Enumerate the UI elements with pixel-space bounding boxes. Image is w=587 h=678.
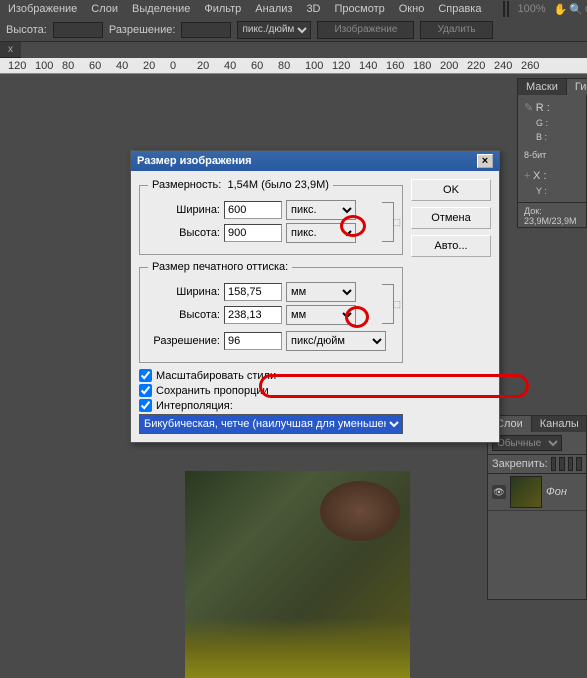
pixel-dimensions-group: Размерность: 1,54M (было 23,9M) Ширина: … [139, 179, 403, 255]
tab-histogram[interactable]: Гистогра [567, 79, 587, 95]
image-size-dialog: Размер изображения × Размерность: 1,54M … [130, 150, 500, 443]
dialog-titlebar[interactable]: Размер изображения × [131, 151, 499, 171]
resolution-unit-select[interactable]: пикс./дюйм [237, 21, 311, 39]
pwidth-label: Ширина: [148, 286, 220, 298]
lock-transparency-icon[interactable] [551, 457, 557, 471]
image-button[interactable]: Изображение [317, 21, 414, 39]
resolution-label: Разрешение: [109, 24, 176, 36]
dialog-title: Размер изображения [137, 155, 252, 167]
tab-masks[interactable]: Маски [518, 79, 567, 95]
height-unit-select[interactable]: пикс. [286, 223, 356, 243]
width-label: Ширина: [148, 204, 220, 216]
screen-mode-icon[interactable] [507, 1, 509, 17]
scale-styles-checkbox[interactable] [139, 369, 152, 382]
lock-label: Закрепить: [492, 458, 548, 470]
constrain-label: Сохранить пропорции [156, 385, 269, 397]
menu-analysis[interactable]: Анализ [249, 1, 298, 17]
interpolation-select[interactable]: Бикубическая, четче (наилучшая для умень… [139, 414, 403, 434]
res-unit-select[interactable]: пикс/дюйм [286, 331, 386, 351]
dim-label: Размерность: [152, 179, 221, 191]
height-label-dlg: Высота: [148, 227, 220, 239]
link-icon-2[interactable] [382, 284, 394, 324]
close-icon[interactable]: × [477, 154, 493, 168]
pheight-unit-select[interactable]: мм [286, 305, 356, 325]
pheight-input[interactable] [224, 306, 282, 324]
print-size-label: Размер печатного оттиска: [148, 261, 292, 273]
document-canvas[interactable] [185, 471, 410, 678]
ok-button[interactable]: OK [411, 179, 491, 201]
menu-view[interactable]: Просмотр [329, 1, 391, 17]
height-input[interactable] [53, 22, 103, 38]
options-bar: Высота: Разрешение: пикс./дюйм Изображен… [0, 18, 587, 42]
delete-button[interactable]: Удалить [420, 21, 492, 39]
interp-label: Интерполяция: [156, 400, 233, 412]
scale-styles-label: Масштабировать стили [156, 370, 276, 382]
blend-mode-select[interactable]: Обычные [492, 435, 562, 451]
info-panel: Маски Гистогра ✎ R : G : B : 8-бит + X :… [517, 78, 587, 228]
dim-value: 1,54M (было 23,9M) [227, 179, 328, 191]
menu-help[interactable]: Справка [432, 1, 487, 17]
constrain-checkbox[interactable] [139, 384, 152, 397]
height-input-dlg[interactable] [224, 224, 282, 242]
document-tab[interactable]: x [0, 42, 21, 58]
tab-channels[interactable]: Каналы [532, 416, 587, 432]
auto-button[interactable]: Авто... [411, 235, 491, 257]
layout-icon[interactable] [503, 1, 505, 17]
res-label: Разрешение: [148, 335, 220, 347]
menu-image[interactable]: Изображение [2, 1, 83, 17]
layer-thumbnail[interactable] [510, 476, 542, 508]
menu-window[interactable]: Окно [393, 1, 431, 17]
cancel-button[interactable]: Отмена [411, 207, 491, 229]
zoom-value[interactable]: 100% [511, 1, 551, 17]
doc-size-info: Док: 23,9M/23,9M [518, 202, 586, 229]
layers-panel: Слои Каналы Контур Обычные Закрепить: 👁 … [487, 415, 587, 600]
layer-row[interactable]: 👁 Фон [488, 474, 586, 511]
hand-icon[interactable]: ✋ [554, 3, 568, 16]
menu-bar: Изображение Слои Выделение Фильтр Анализ… [0, 0, 587, 18]
menu-filter[interactable]: Фильтр [198, 1, 247, 17]
lock-position-icon[interactable] [568, 457, 574, 471]
interp-checkbox[interactable] [139, 399, 152, 412]
lock-all-icon[interactable] [576, 457, 582, 471]
resolution-input[interactable] [181, 22, 231, 38]
res-input[interactable] [224, 332, 282, 350]
lock-pixels-icon[interactable] [559, 457, 565, 471]
document-size-group: Размер печатного оттиска: Ширина: мм Выс… [139, 261, 403, 363]
zoom-icon[interactable]: 🔍 [569, 3, 583, 16]
link-icon[interactable] [382, 202, 394, 242]
layer-name: Фон [546, 486, 567, 498]
menu-3d[interactable]: 3D [300, 1, 326, 17]
width-input[interactable] [224, 201, 282, 219]
horizontal-ruler: 120 100 80 60 40 20 0 20 40 60 80 100 12… [0, 58, 587, 74]
pwidth-input[interactable] [224, 283, 282, 301]
menu-select[interactable]: Выделение [126, 1, 196, 17]
pwidth-unit-select[interactable]: мм [286, 282, 356, 302]
height-label: Высота: [6, 24, 47, 36]
width-unit-select[interactable]: пикс. [286, 200, 356, 220]
pheight-label: Высота: [148, 309, 220, 321]
menu-layers[interactable]: Слои [85, 1, 124, 17]
visibility-icon[interactable]: 👁 [492, 485, 506, 499]
